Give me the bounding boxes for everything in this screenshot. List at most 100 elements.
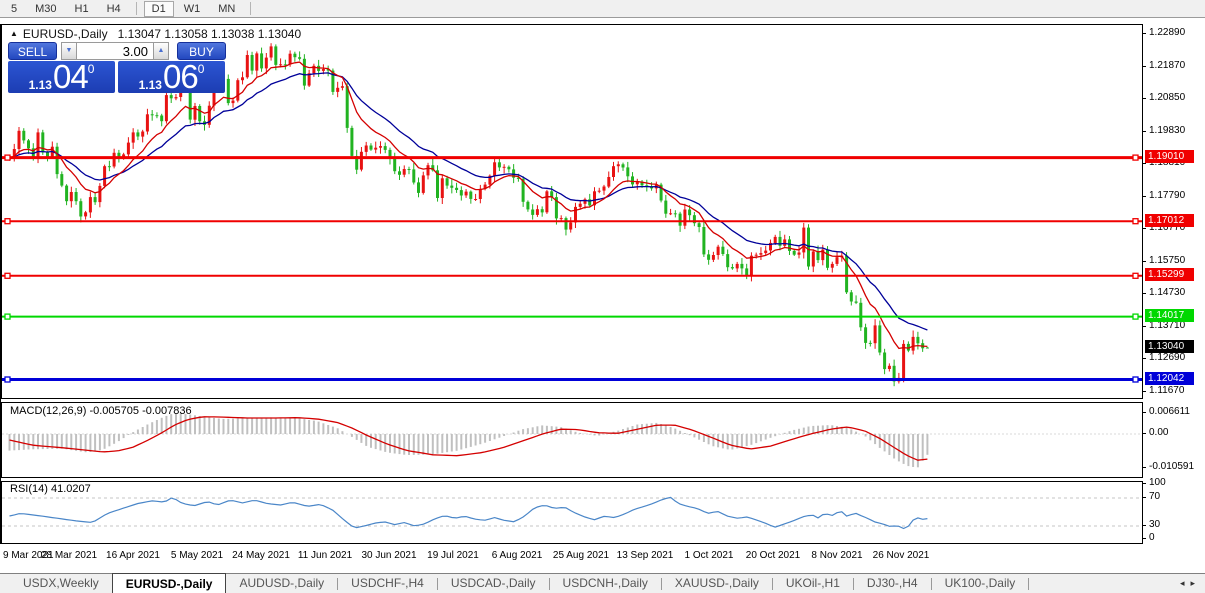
price-tick-tick bbox=[1143, 228, 1146, 229]
tab-xauusd-daily[interactable]: XAUUSD-,Daily bbox=[662, 574, 772, 593]
tab-usdchf-h4[interactable]: USDCHF-,H4 bbox=[338, 574, 437, 593]
price-tick-tick bbox=[1143, 66, 1146, 67]
date-label: 19 Jul 2021 bbox=[427, 550, 479, 561]
date-label: 28 Mar 2021 bbox=[41, 550, 97, 561]
rsi-label: RSI(14) 41.0207 bbox=[10, 483, 91, 495]
rsi-tick: 30 bbox=[1149, 519, 1160, 531]
date-label: 8 Nov 2021 bbox=[811, 550, 862, 561]
rsi-tick-tick bbox=[1143, 525, 1146, 526]
tab-dj30-h4[interactable]: DJ30-,H4 bbox=[854, 574, 931, 593]
buy-price-big: 06 bbox=[163, 62, 198, 92]
price-tick: 1.19830 bbox=[1149, 125, 1185, 137]
price-tick-tick bbox=[1143, 326, 1146, 327]
price-tick: 1.14730 bbox=[1149, 287, 1185, 299]
timeframe-W1[interactable]: W1 bbox=[176, 1, 209, 17]
sell-price-sup: 0 bbox=[88, 63, 95, 75]
macd-tick: 0.006611 bbox=[1149, 406, 1190, 418]
rsi-tick-tick bbox=[1143, 497, 1146, 498]
price-tick: 1.17790 bbox=[1149, 190, 1185, 202]
timeframe-H1[interactable]: H1 bbox=[67, 1, 97, 17]
buy-price-display[interactable]: 1.13060 bbox=[118, 61, 225, 93]
rsi-tick: 100 bbox=[1149, 477, 1166, 489]
timeframe-5[interactable]: 5 bbox=[3, 1, 25, 17]
hline-price-badge: 1.17012 bbox=[1145, 214, 1194, 227]
date-label: 24 May 2021 bbox=[232, 550, 290, 561]
timeframe-H4[interactable]: H4 bbox=[99, 1, 129, 17]
date-axis[interactable]: 9 Mar 202128 Mar 202116 Apr 20215 May 20… bbox=[0, 545, 1143, 572]
toolbar-separator bbox=[250, 2, 251, 15]
chart-title: ▲ EURUSD-,Daily 1.13047 1.13058 1.13038 1.… bbox=[10, 27, 301, 41]
buy-price-sup: 0 bbox=[198, 63, 205, 75]
ohlc-values: 1.13047 1.13058 1.13038 1.13040 bbox=[118, 27, 302, 41]
rsi-tick-tick bbox=[1143, 483, 1146, 484]
price-tick: 1.20850 bbox=[1149, 92, 1185, 104]
date-label: 13 Sep 2021 bbox=[617, 550, 674, 561]
hline-price-badge: 1.14017 bbox=[1145, 309, 1194, 322]
price-tick-tick bbox=[1143, 163, 1146, 164]
tab-scroll-arrows[interactable]: ◂▸ bbox=[1180, 578, 1201, 589]
macd-tick: 0.00 bbox=[1149, 427, 1168, 439]
macd-tick-tick bbox=[1143, 467, 1146, 468]
price-tick-tick bbox=[1143, 358, 1146, 359]
price-axis[interactable]: 1.228901.218701.208501.198301.188101.177… bbox=[1143, 24, 1205, 556]
sell-price-display[interactable]: 1.13040 bbox=[8, 61, 115, 93]
timeframe-D1[interactable]: D1 bbox=[144, 1, 174, 17]
timeframe-M30[interactable]: M30 bbox=[27, 1, 64, 17]
price-tick-tick bbox=[1143, 196, 1146, 197]
price-tick-tick bbox=[1143, 131, 1146, 132]
hline-price-badge: 1.15299 bbox=[1145, 268, 1194, 281]
price-tick: 1.12690 bbox=[1149, 352, 1185, 364]
collapse-panel-icon[interactable]: ▲ bbox=[10, 29, 18, 38]
toolbar-separator bbox=[136, 2, 137, 15]
date-label: 30 Jun 2021 bbox=[361, 550, 416, 561]
chart-tab-bar: USDX,WeeklyEURUSD-,DailyAUDUSD-,DailyUSD… bbox=[0, 573, 1205, 593]
tab-eurusd-daily[interactable]: EURUSD-,Daily bbox=[112, 573, 227, 593]
tab-scroll-left-icon[interactable]: ◂ bbox=[1180, 578, 1191, 588]
macd-tick-tick bbox=[1143, 433, 1146, 434]
hline-price-badge: 1.19010 bbox=[1145, 150, 1194, 163]
tab-uk100-daily[interactable]: UK100-,Daily bbox=[932, 574, 1029, 593]
buy-price-small: 1.13 bbox=[139, 78, 162, 92]
tab-usdcnh-daily[interactable]: USDCNH-,Daily bbox=[550, 574, 661, 593]
macd-tick: -0.010591 bbox=[1149, 461, 1194, 473]
timeframe-toolbar: 5M30H1H4 D1W1MN bbox=[0, 0, 1205, 18]
current-price-badge: 1.13040 bbox=[1145, 340, 1194, 353]
sell-button[interactable]: SELL bbox=[8, 42, 57, 60]
rsi-tick: 70 bbox=[1149, 491, 1160, 503]
price-tick-tick bbox=[1143, 33, 1146, 34]
hline-price-badge: 1.12042 bbox=[1145, 372, 1194, 385]
macd-tick-tick bbox=[1143, 412, 1146, 413]
price-tick-tick bbox=[1143, 293, 1146, 294]
sell-price-big: 04 bbox=[53, 62, 88, 92]
macd-label: MACD(12,26,9) -0.005705 -0.007836 bbox=[10, 405, 192, 417]
date-label: 16 Apr 2021 bbox=[106, 550, 160, 561]
date-label: 1 Oct 2021 bbox=[685, 550, 734, 561]
date-label: 6 Aug 2021 bbox=[492, 550, 543, 561]
timeframe-MN[interactable]: MN bbox=[210, 1, 243, 17]
price-tick: 1.15750 bbox=[1149, 255, 1185, 267]
price-tick: 1.22890 bbox=[1149, 27, 1185, 39]
rsi-chart bbox=[2, 482, 1142, 543]
volume-input[interactable]: 3.00 bbox=[77, 42, 153, 60]
tab-usdcad-daily[interactable]: USDCAD-,Daily bbox=[438, 574, 549, 593]
tab-separator bbox=[1028, 578, 1029, 590]
sell-price-small: 1.13 bbox=[29, 78, 52, 92]
tab-ukoil-h1[interactable]: UKOil-,H1 bbox=[773, 574, 853, 593]
date-label: 5 May 2021 bbox=[171, 550, 223, 561]
price-tick-tick bbox=[1143, 98, 1146, 99]
date-label: 26 Nov 2021 bbox=[873, 550, 930, 561]
tab-audusd-daily[interactable]: AUDUSD-,Daily bbox=[226, 574, 337, 593]
price-tick: 1.11670 bbox=[1149, 385, 1184, 397]
rsi-tick-tick bbox=[1143, 538, 1146, 539]
trading-terminal: 5M30H1H4 D1W1MN ▲ EURUSD-,Daily 1.13047 1.1… bbox=[0, 0, 1205, 593]
price-tick: 1.21870 bbox=[1149, 60, 1185, 72]
rsi-tick: 0 bbox=[1149, 532, 1155, 544]
price-tick-tick bbox=[1143, 391, 1146, 392]
date-label: 25 Aug 2021 bbox=[553, 550, 609, 561]
date-label: 11 Jun 2021 bbox=[298, 550, 352, 561]
symbol-period-label: EURUSD-,Daily bbox=[23, 27, 108, 41]
one-click-trading-panel: SELL ▼ 3.00 ▲ BUY 1.13040 1.13060 bbox=[8, 42, 226, 93]
tab-usdx-weekly[interactable]: USDX,Weekly bbox=[10, 574, 112, 593]
tab-scroll-right-icon[interactable]: ▸ bbox=[1190, 578, 1201, 588]
rsi-pane[interactable] bbox=[1, 481, 1143, 544]
